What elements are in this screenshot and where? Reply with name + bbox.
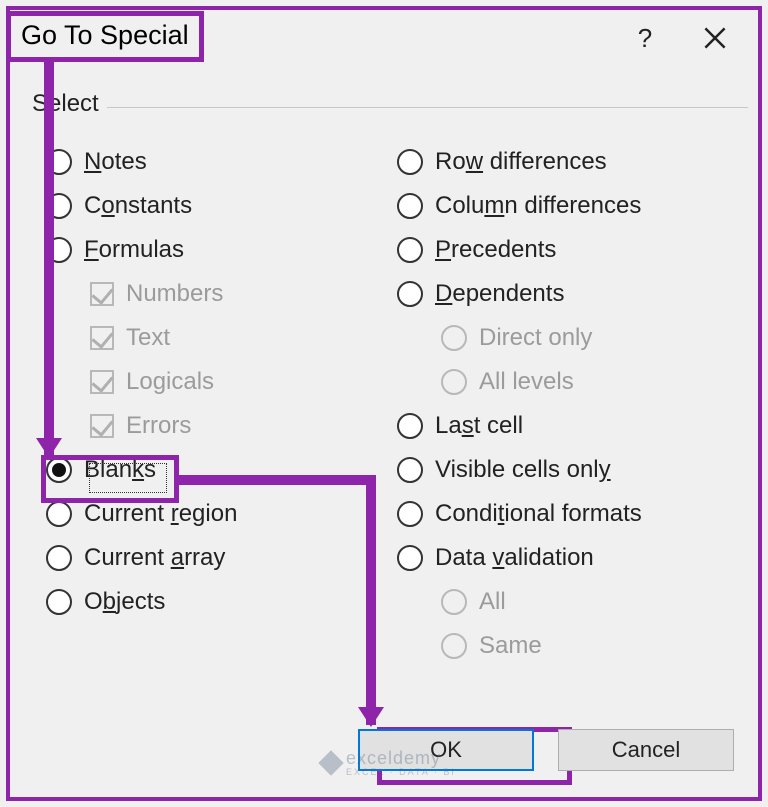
radio-icon [441, 369, 467, 395]
cancel-button[interactable]: Cancel [558, 729, 734, 771]
check-errors: Errors [46, 404, 397, 448]
annotation-arrow [366, 475, 376, 725]
checkbox-icon [90, 414, 114, 438]
option-blanks[interactable]: Blanks [46, 448, 397, 492]
subradio-direct-only: Direct only [397, 316, 748, 360]
radio-icon [397, 149, 423, 175]
option-formulas[interactable]: Formulas [46, 228, 397, 272]
checkbox-icon [90, 370, 114, 394]
annotation-arrow [44, 62, 54, 456]
option-conditional-formats[interactable]: Conditional formats [397, 492, 748, 536]
left-column: Notes Constants Formulas Numbers Text [28, 140, 397, 668]
titlebar: Go To Special ? [10, 10, 758, 66]
watermark-icon [318, 750, 343, 775]
option-notes[interactable]: Notes [46, 140, 397, 184]
select-group-label: Select [32, 90, 748, 118]
dialog-title: Go To Special [6, 11, 204, 62]
radio-icon [441, 633, 467, 659]
watermark: exceldemy EXCEL · DATA · BI [322, 748, 456, 777]
right-column: Row differences Column differences Prece… [397, 140, 748, 668]
option-precedents[interactable]: Precedents [397, 228, 748, 272]
radio-icon [397, 237, 423, 263]
radio-icon [397, 501, 423, 527]
radio-icon [46, 589, 72, 615]
option-objects[interactable]: Objects [46, 580, 397, 624]
option-dependents[interactable]: Dependents [397, 272, 748, 316]
radio-icon [441, 589, 467, 615]
radio-icon [397, 545, 423, 571]
option-last-cell[interactable]: Last cell [397, 404, 748, 448]
radio-icon [397, 281, 423, 307]
option-current-region[interactable]: Current region [46, 492, 397, 536]
option-row-differences[interactable]: Row differences [397, 140, 748, 184]
radio-icon [441, 325, 467, 351]
subradio-dv-same: Same [397, 624, 748, 668]
checkbox-icon [90, 282, 114, 306]
annotation-arrow [176, 475, 376, 485]
option-visible-cells-only[interactable]: Visible cells only [397, 448, 748, 492]
radio-icon [46, 501, 72, 527]
radio-icon [397, 413, 423, 439]
checkbox-icon [90, 326, 114, 350]
close-button[interactable] [680, 14, 750, 62]
option-data-validation[interactable]: Data validation [397, 536, 748, 580]
subradio-all-levels: All levels [397, 360, 748, 404]
radio-icon [397, 457, 423, 483]
radio-icon [46, 457, 72, 483]
radio-icon [46, 545, 72, 571]
check-numbers: Numbers [46, 272, 397, 316]
check-text: Text [46, 316, 397, 360]
subradio-dv-all: All [397, 580, 748, 624]
go-to-special-dialog: Go To Special ? Select Notes Constants [6, 6, 762, 801]
option-constants[interactable]: Constants [46, 184, 397, 228]
close-icon [704, 27, 726, 49]
dialog-body: Select Notes Constants Formulas [10, 66, 758, 668]
radio-icon [397, 193, 423, 219]
help-button[interactable]: ? [610, 14, 680, 62]
check-logicals: Logicals [46, 360, 397, 404]
option-column-differences[interactable]: Column differences [397, 184, 748, 228]
option-current-array[interactable]: Current array [46, 536, 397, 580]
